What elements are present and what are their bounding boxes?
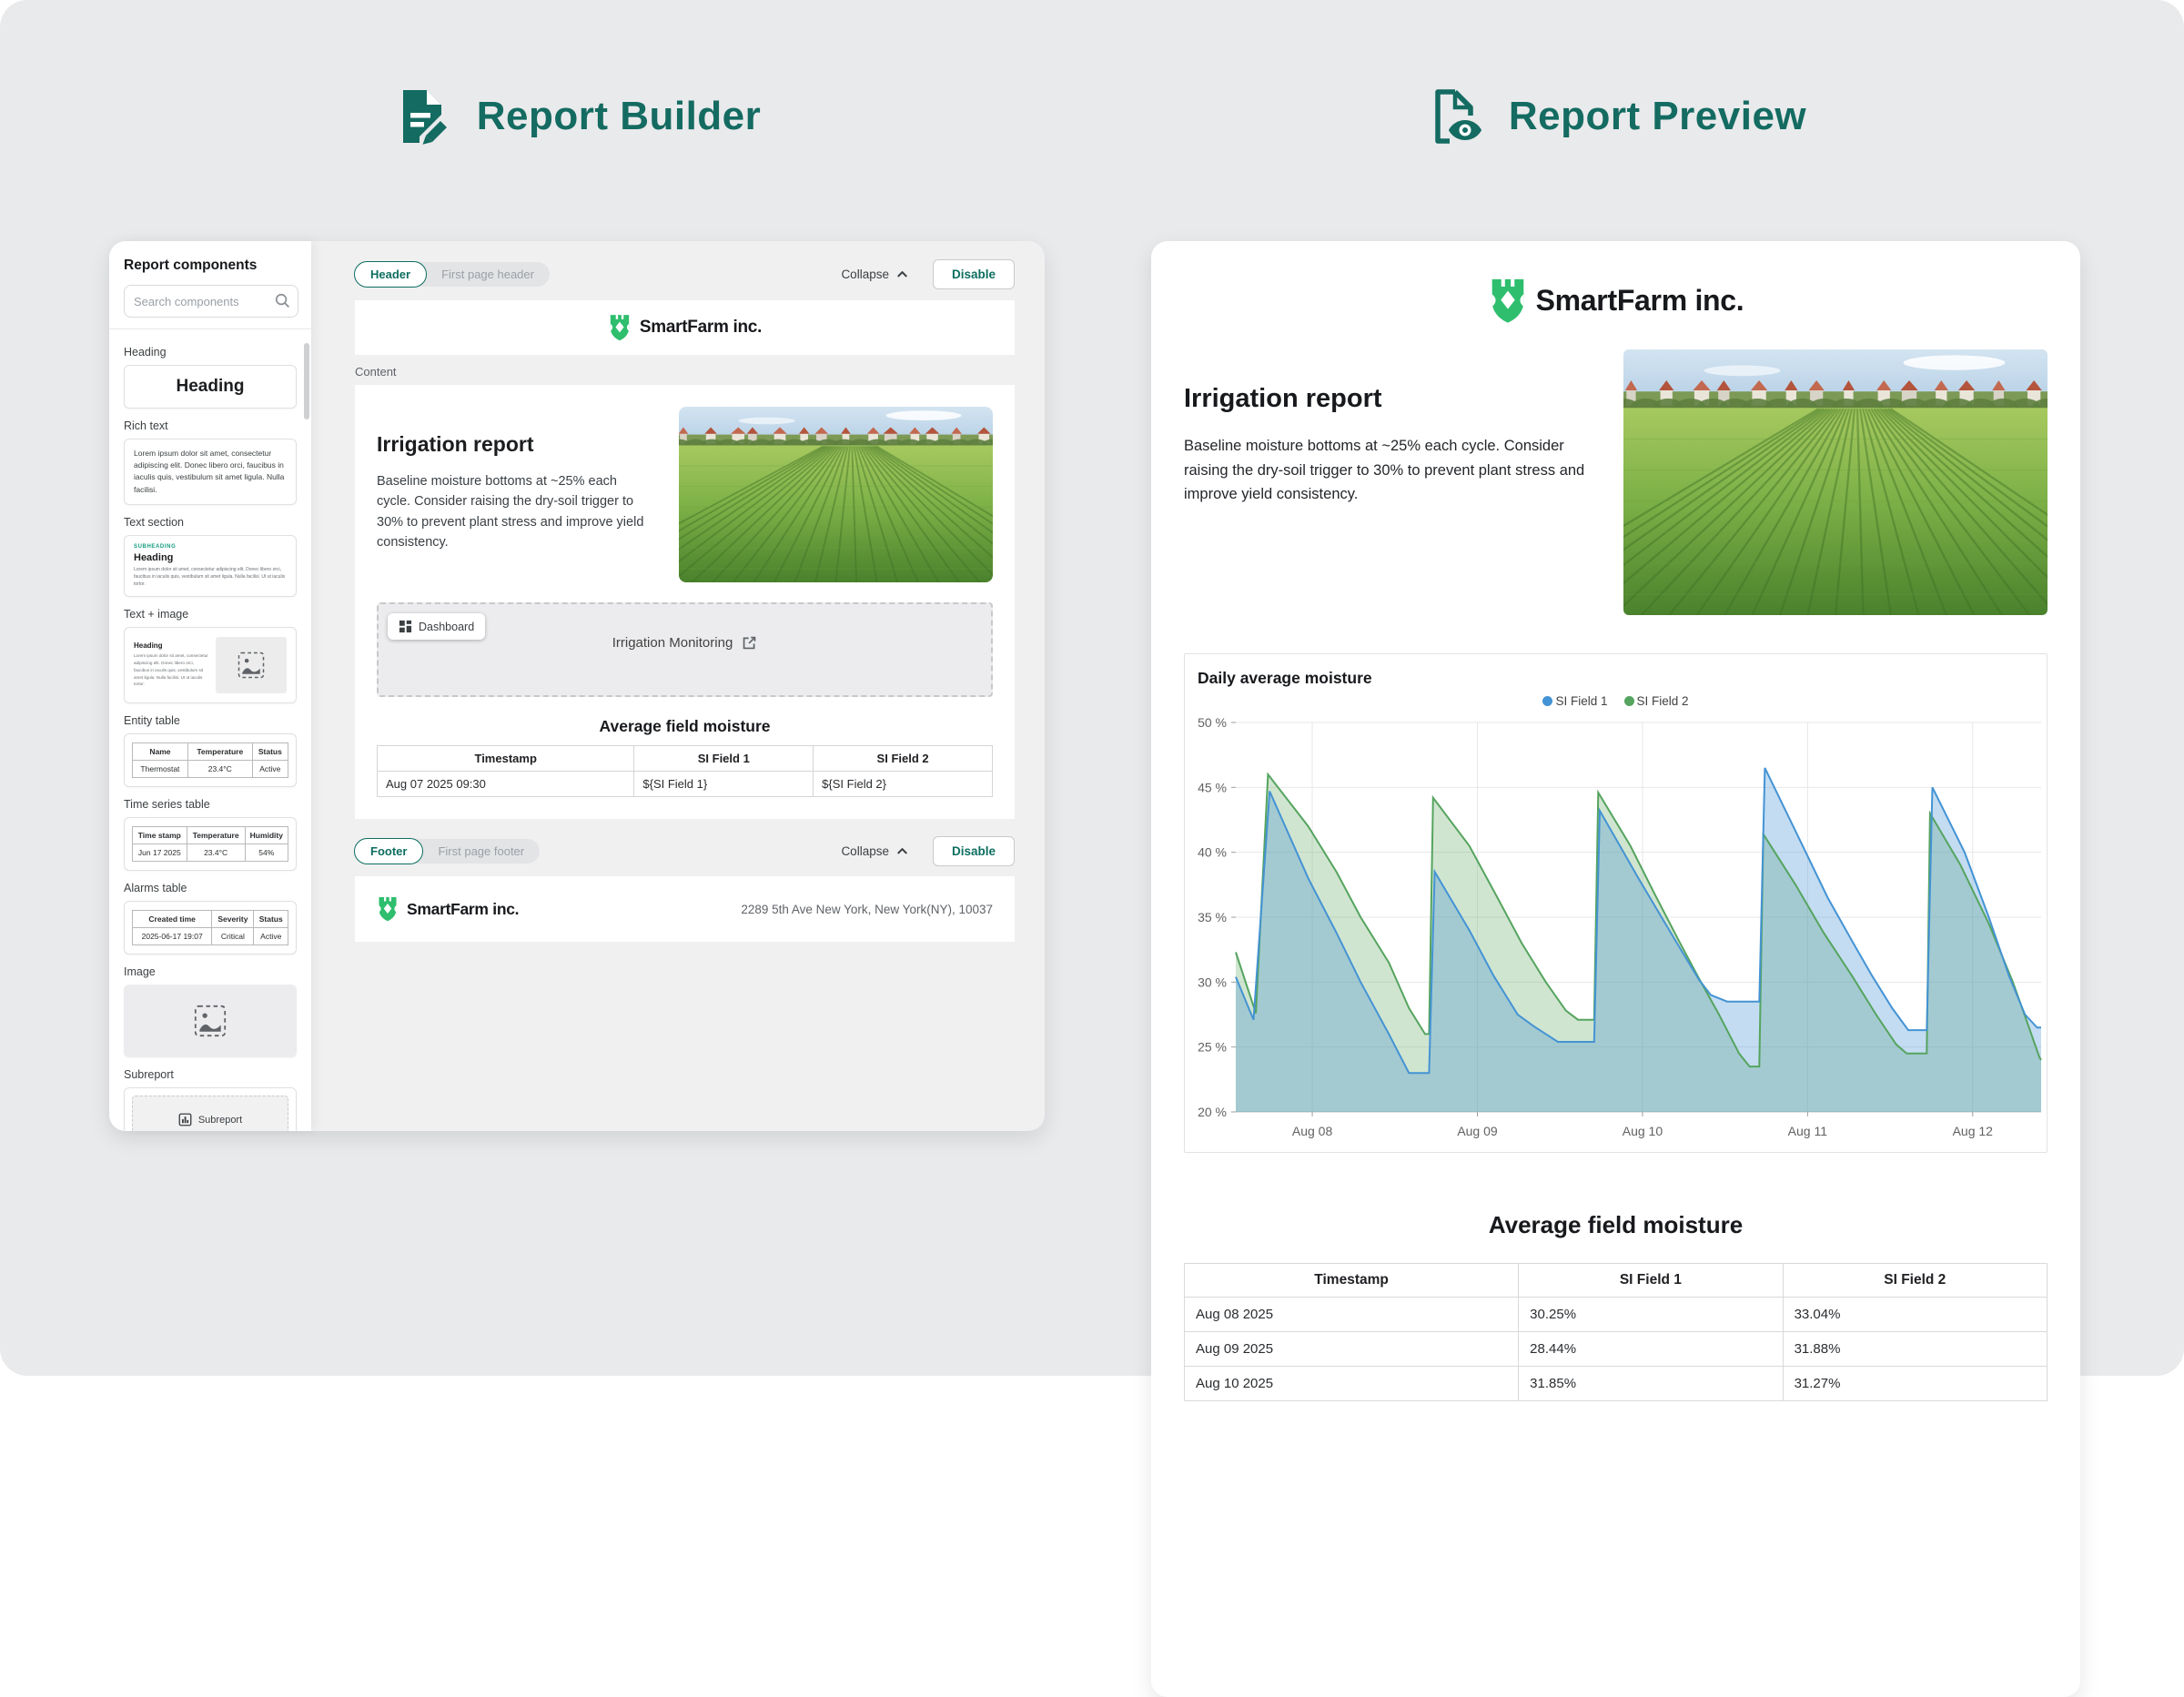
report-content-canvas: Irrigation report Baseline moisture bott…	[355, 385, 1015, 819]
chevron-up-icon	[895, 268, 909, 281]
table-row: Aug 09 2025 28.44% 31.88%	[1185, 1332, 2048, 1367]
chevron-up-icon	[895, 844, 909, 858]
component-label-text-section: Text section	[124, 516, 297, 529]
svg-text:25 %: 25 %	[1198, 1040, 1227, 1055]
farm-field-image	[1623, 349, 2048, 615]
farm-field-image	[679, 407, 993, 582]
footer-collapse-button[interactable]: Collapse	[841, 844, 909, 858]
company-logo: SmartFarm inc.	[1488, 278, 1744, 324]
moisture-chart-panel: Daily average moisture SI Field 1 SI Fie…	[1184, 653, 2048, 1153]
tab-footer[interactable]: Footer	[354, 838, 423, 864]
svg-text:30 %: 30 %	[1198, 975, 1227, 989]
svg-text:Aug 11: Aug 11	[1788, 1124, 1828, 1138]
table-row: Aug 07 2025 09:30 ${SI Field 1} ${SI Fie…	[378, 772, 993, 797]
builder-title-row: Report Builder	[109, 87, 1045, 146]
component-time-series-table[interactable]: Time stamp Temperature Humidity Jun 17 2…	[124, 817, 297, 871]
search-input[interactable]	[124, 285, 298, 318]
tab-header[interactable]: Header	[354, 261, 427, 288]
shield-logo-icon	[1488, 278, 1528, 324]
grid-icon	[399, 620, 412, 633]
external-link-icon	[742, 635, 757, 651]
preview-moisture-table: Timestamp SI Field 1 SI Field 2 Aug 08 2…	[1184, 1263, 2048, 1401]
company-address: 2289 5th Ave New York, New York(NY), 100…	[741, 903, 993, 916]
header-tabs: Header First page header	[355, 262, 550, 287]
component-label-time-series-table: Time series table	[124, 798, 297, 811]
header-disable-button[interactable]: Disable	[933, 259, 1015, 289]
footer-section-bar: Footer First page footer Collapse Disabl…	[355, 836, 1015, 865]
company-name: SmartFarm inc.	[1536, 284, 1744, 318]
component-heading[interactable]: Heading	[124, 365, 297, 409]
report-preview-panel: SmartFarm inc. Irrigation report Baselin…	[1151, 241, 2080, 1697]
builder-title: Report Builder	[477, 94, 762, 139]
svg-text:Aug 09: Aug 09	[1457, 1124, 1498, 1138]
component-list: Heading Heading Rich text Lorem ipsum do…	[109, 329, 311, 1131]
company-name: SmartFarm inc.	[407, 900, 519, 919]
component-label-subreport: Subreport	[124, 1068, 297, 1081]
builder-editor: Header First page header Collapse Disabl…	[311, 241, 1045, 1131]
tab-first-page-header[interactable]: First page header	[426, 262, 550, 287]
sidebar-title: Report components	[124, 258, 298, 274]
image-placeholder-icon	[194, 1005, 227, 1037]
preview-report-body: Baseline moisture bottoms at ~25% each c…	[1184, 434, 1591, 507]
tab-first-page-footer[interactable]: First page footer	[422, 839, 540, 864]
report-builder-icon	[393, 87, 451, 146]
report-builder-panel: Report components Heading Heading Rich t…	[109, 241, 1045, 1131]
preview-title-row: Report Preview	[1151, 87, 2080, 146]
svg-text:20 %: 20 %	[1198, 1105, 1227, 1119]
component-label-image: Image	[124, 965, 297, 978]
svg-text:45 %: 45 %	[1198, 780, 1227, 794]
dashboard-chip[interactable]: Dashboard	[388, 613, 485, 640]
subreport-icon	[178, 1113, 192, 1126]
footer-tabs: Footer First page footer	[355, 839, 540, 864]
component-text-image[interactable]: Heading Lorem ipsum dolor sit amet, cons…	[124, 627, 297, 703]
component-image[interactable]	[124, 985, 297, 1057]
component-label-rich-text: Rich text	[124, 419, 297, 432]
company-name: SmartFarm inc.	[640, 318, 762, 338]
report-footer-preview: SmartFarm inc. 2289 5th Ave New York, Ne…	[355, 876, 1015, 942]
svg-text:40 %: 40 %	[1198, 845, 1227, 860]
svg-text:35 %: 35 %	[1198, 910, 1227, 924]
builder-table-title: Average field moisture	[377, 717, 993, 736]
svg-text:Aug 10: Aug 10	[1623, 1124, 1663, 1138]
dashboard-placeholder-block[interactable]: Dashboard Irrigation Monitoring	[377, 602, 993, 697]
preview-title: Report Preview	[1509, 94, 1806, 139]
report-preview-icon	[1425, 87, 1483, 146]
shield-logo-icon	[608, 314, 632, 341]
svg-text:50 %: 50 %	[1198, 715, 1227, 730]
report-header-preview: SmartFarm inc.	[355, 300, 1015, 355]
table-row: Aug 08 2025 30.25% 33.04%	[1185, 1298, 2048, 1332]
component-text-section[interactable]: SUBHEADING Heading Lorem ipsum dolor sit…	[124, 535, 297, 597]
table-row: Aug 10 2025 31.85% 31.27%	[1185, 1367, 2048, 1401]
company-logo: SmartFarm inc.	[377, 896, 519, 922]
component-rich-text[interactable]: Lorem ipsum dolor sit amet, consectetur …	[124, 439, 297, 505]
preview-report-heading: Irrigation report	[1184, 384, 1591, 414]
search-icon	[274, 292, 291, 309]
component-label-text-image: Text + image	[124, 608, 297, 621]
footer-disable-button[interactable]: Disable	[933, 836, 1015, 866]
company-logo: SmartFarm inc.	[608, 314, 762, 341]
component-label-alarms-table: Alarms table	[124, 882, 297, 894]
component-alarms-table[interactable]: Created time Severity Status 2025-06-17 …	[124, 901, 297, 955]
header-section-bar: Header First page header Collapse Disabl…	[355, 259, 1015, 288]
shield-logo-icon	[377, 896, 399, 922]
preview-table-title: Average field moisture	[1184, 1211, 2048, 1239]
critical-severity-value: Critical	[212, 927, 254, 944]
moisture-area-chart: 20 % 25 % 30 % 35 % 40 % 45 % 50 % Aug 08 Aug 09…	[1185, 654, 2047, 1152]
header-collapse-button[interactable]: Collapse	[841, 268, 909, 281]
component-label-entity-table: Entity table	[124, 714, 297, 727]
components-sidebar: Report components Heading Heading Rich t…	[109, 241, 311, 1131]
report-body-text: Baseline moisture bottoms at ~25% each c…	[377, 471, 648, 553]
svg-text:Aug 12: Aug 12	[1953, 1124, 1994, 1138]
sidebar-scrollbar[interactable]	[304, 343, 309, 419]
component-label-heading: Heading	[124, 346, 297, 359]
builder-moisture-table: Timestamp SI Field 1 SI Field 2 Aug 07 2…	[377, 745, 993, 797]
svg-text:Aug 08: Aug 08	[1292, 1124, 1333, 1138]
dashboard-link[interactable]: Irrigation Monitoring	[612, 635, 758, 651]
content-section-label: Content	[355, 365, 1015, 379]
component-subreport[interactable]: Subreport	[124, 1087, 297, 1131]
component-entity-table[interactable]: Name Temperature Status Thermostat 23.4°…	[124, 733, 297, 787]
report-heading: Irrigation report	[377, 432, 648, 457]
image-placeholder-icon	[238, 652, 265, 679]
